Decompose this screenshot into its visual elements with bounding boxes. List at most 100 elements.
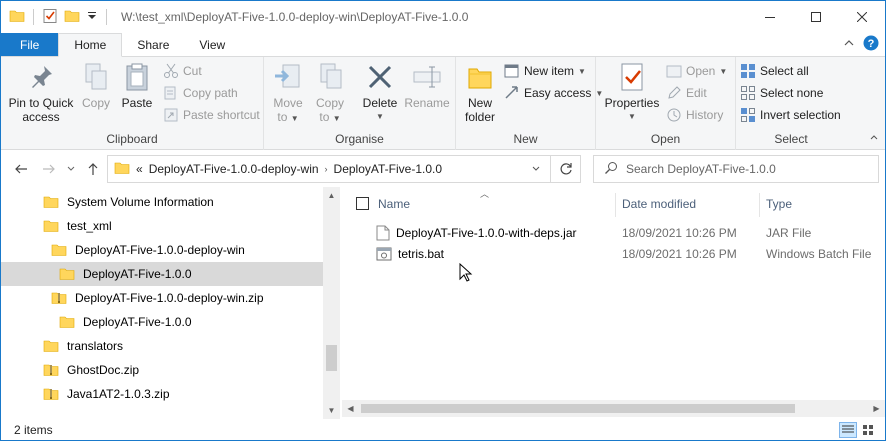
new-folder-button[interactable]: New folder — [460, 61, 500, 124]
copy-to-button[interactable]: Copy to ▼ — [312, 61, 348, 126]
item-count: 2 items — [14, 423, 53, 437]
address-bar[interactable]: « DeployAT-Five-1.0.0-deploy-win › Deplo… — [107, 155, 581, 183]
column-date-modified[interactable]: Date modified — [616, 191, 760, 217]
large-icons-view-icon — [863, 425, 873, 435]
breadcrumb-overflow[interactable]: « — [136, 162, 143, 176]
tree-item-selected[interactable]: DeployAT-Five-1.0.0 — [1, 262, 323, 286]
toolbar-divider — [106, 9, 107, 25]
ribbon-collapse-icon[interactable] — [869, 131, 879, 145]
tree-item-label: DeployAT-Five-1.0.0-deploy-win.zip — [75, 291, 264, 305]
customize-qat-icon[interactable] — [86, 10, 98, 25]
zip-folder-icon — [51, 290, 67, 306]
file-list-hscrollbar[interactable]: ◀ ▶ — [342, 400, 885, 417]
select-all-label: Select all — [760, 64, 809, 78]
tree-item[interactable]: DeployAT-Five-1.0.0 — [1, 310, 323, 334]
tree-item-label: System Volume Information — [67, 195, 214, 209]
tab-share[interactable]: Share — [122, 33, 184, 56]
copy-label: Copy — [81, 96, 110, 110]
rename-label: Rename — [404, 96, 450, 110]
search-box[interactable]: Search DeployAT-Five-1.0.0 — [593, 155, 879, 183]
forward-button[interactable] — [39, 159, 59, 179]
select-none-button[interactable]: Select none — [740, 83, 823, 103]
up-button[interactable] — [83, 159, 103, 179]
tree-item[interactable]: Java1AT2-1.0.3.zip — [1, 382, 323, 406]
file-row[interactable]: tetris.bat 18/09/2021 10:26 PM Windows Bat… — [342, 243, 885, 264]
file-name: DeployAT-Five-1.0.0-with-deps.jar — [396, 225, 577, 240]
new-item-button[interactable]: New item ▼ — [504, 61, 586, 81]
select-all-button[interactable]: Select all — [740, 61, 809, 81]
refresh-button[interactable] — [550, 156, 580, 182]
scroll-left-arrow-icon[interactable]: ◀ — [342, 400, 359, 417]
tree-item[interactable]: GhostDoc.zip — [1, 358, 323, 382]
properties-caret[interactable]: ▼ — [602, 110, 662, 124]
scroll-down-arrow-icon[interactable]: ▼ — [323, 402, 340, 419]
tree-item[interactable]: DeployAT-Five-1.0.0-deploy-win.zip — [1, 286, 323, 310]
window-controls — [747, 1, 885, 33]
properties-qat-icon[interactable] — [42, 8, 58, 27]
details-view-icon — [842, 425, 854, 433]
scroll-up-arrow-icon[interactable]: ▲ — [323, 187, 340, 204]
new-folder-qat-icon[interactable] — [64, 8, 80, 27]
large-icons-view-button[interactable] — [859, 422, 877, 438]
hscrollbar-thumb[interactable] — [361, 404, 795, 413]
history-button[interactable]: History — [666, 105, 723, 125]
pin-icon — [25, 61, 57, 93]
scrollbar-thumb[interactable] — [326, 345, 337, 371]
paste-shortcut-button[interactable]: Paste shortcut — [163, 105, 260, 125]
open-label: Open — [686, 64, 716, 78]
column-name[interactable]: Name — [372, 191, 616, 217]
tree-item-label: GhostDoc.zip — [67, 363, 140, 377]
invert-selection-button[interactable]: Invert selection — [740, 105, 841, 125]
tree-item[interactable]: test_xml — [1, 214, 323, 238]
select-all-checkbox[interactable] — [356, 197, 369, 213]
folder-icon — [114, 160, 130, 179]
recent-locations-button[interactable] — [61, 159, 81, 179]
tree-item[interactable]: DeployAT-Five-1.0.0-deploy-win — [1, 238, 323, 262]
pin-label-2: access — [22, 110, 60, 124]
tree-item[interactable]: System Volume Information — [1, 190, 323, 214]
details-view-button[interactable] — [839, 422, 857, 438]
back-button[interactable] — [11, 159, 31, 179]
copy-button[interactable]: Copy — [77, 61, 115, 110]
tree-item-label: translators — [67, 339, 124, 353]
select-none-label: Select none — [760, 86, 824, 100]
scroll-right-arrow-icon[interactable]: ▶ — [868, 400, 885, 417]
pin-to-quick-access-button[interactable]: Pin to Quick access — [7, 61, 75, 124]
new-folder-icon — [464, 61, 496, 93]
nav-pane-scrollbar[interactable]: ▲ ▼ — [323, 187, 340, 419]
maximize-button[interactable] — [793, 1, 839, 33]
breadcrumb-deploy-win[interactable]: DeployAT-Five-1.0.0-deploy-win — [149, 162, 319, 176]
address-dropdown-icon[interactable] — [526, 156, 546, 182]
column-type[interactable]: Type — [760, 191, 885, 217]
properties-button[interactable]: Properties ▼ — [602, 61, 662, 124]
new-item-caret: ▼ — [578, 66, 586, 76]
breadcrumb-current[interactable]: DeployAT-Five-1.0.0 — [334, 162, 443, 176]
rename-button[interactable]: Rename — [404, 61, 450, 110]
open-button[interactable]: Open ▼ — [666, 61, 727, 81]
status-bar: 2 items — [1, 419, 885, 440]
easy-access-button[interactable]: Easy access ▼ — [504, 83, 603, 103]
tab-home[interactable]: Home — [58, 33, 123, 57]
pin-label-1: Pin to Quick — [8, 96, 74, 110]
cut-button[interactable]: Cut — [163, 61, 202, 81]
move-to-button[interactable]: Move to ▼ — [270, 61, 306, 126]
tab-file[interactable]: File — [1, 33, 59, 56]
help-icon[interactable]: ? — [863, 35, 879, 54]
file-row[interactable]: DeployAT-Five-1.0.0-with-deps.jar 18/09/2… — [342, 222, 885, 243]
move-to-label: Move — [273, 96, 303, 110]
delete-dropdown-caret[interactable]: ▼ — [360, 110, 400, 124]
tree-item[interactable]: translators — [1, 334, 323, 358]
file-name-cell: tetris.bat — [376, 243, 444, 264]
paste-button[interactable]: Paste — [117, 61, 157, 110]
open-caret: ▼ — [719, 66, 728, 76]
minimize-button[interactable] — [747, 1, 793, 33]
edit-button[interactable]: Edit — [666, 83, 707, 103]
tab-view[interactable]: View — [184, 33, 240, 56]
folder-icon — [51, 242, 67, 258]
delete-button[interactable]: Delete ▼ — [360, 61, 400, 124]
expand-ribbon-icon[interactable] — [843, 37, 855, 52]
close-button[interactable] — [839, 1, 885, 33]
clipboard-group: Pin to Quick access Copy Paste Cut Copy … — [1, 57, 264, 150]
copy-path-button[interactable]: Copy path — [163, 83, 238, 103]
delete-label: Delete — [362, 96, 398, 110]
